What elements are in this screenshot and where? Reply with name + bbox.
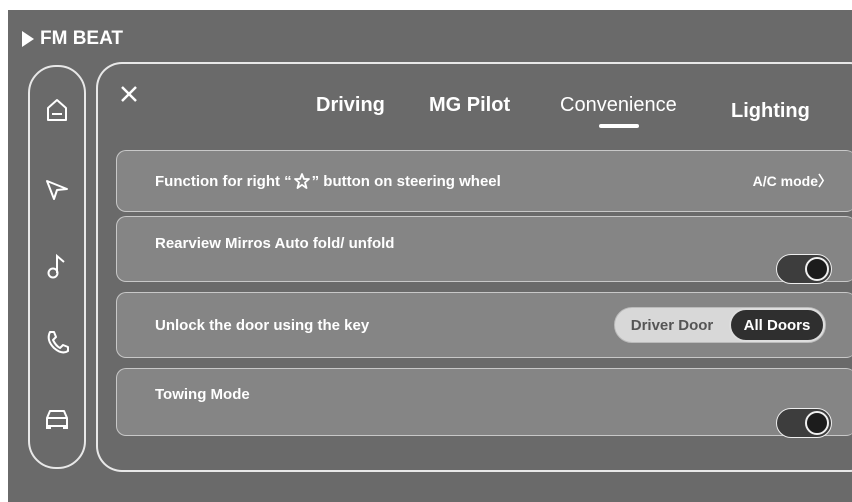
- setting-label-unlock-door: Unlock the door using the key: [155, 316, 370, 334]
- setting-label-part: Function for right “: [155, 172, 292, 190]
- setting-label-mirror-fold: Rearview Mirros Auto fold/ unfold: [155, 234, 395, 252]
- star-icon: [293, 173, 310, 189]
- tab-mg-pilot[interactable]: MG Pilot: [429, 94, 510, 117]
- toggle-knob: [805, 257, 829, 281]
- option-driver-door[interactable]: Driver Door: [615, 308, 729, 342]
- setting-label-towing-mode: Towing Mode: [155, 385, 250, 403]
- mirror-fold-toggle[interactable]: [776, 254, 832, 284]
- tab-convenience[interactable]: Convenience: [560, 94, 677, 117]
- setting-label-steering-button: Function for right “ ” button on steerin…: [155, 151, 501, 211]
- car-icon[interactable]: [42, 403, 72, 433]
- unlock-door-selector: Driver Door All Doors: [614, 307, 826, 343]
- towing-mode-toggle[interactable]: [776, 408, 832, 438]
- now-playing-bar[interactable]: FM BEAT: [22, 24, 123, 54]
- infotainment-screen: FM BEAT Driving MG Pilot Convenience Lig…: [8, 10, 852, 502]
- setting-label-part: ” button on steering wheel: [311, 172, 501, 190]
- toggle-knob: [805, 411, 829, 435]
- setting-row-unlock-door: Unlock the door using the key Driver Doo…: [116, 292, 852, 358]
- tab-lighting[interactable]: Lighting: [731, 100, 810, 123]
- setting-value-ac-mode[interactable]: A/C mode〉: [753, 151, 832, 211]
- play-icon: [22, 31, 34, 47]
- music-note-icon[interactable]: [42, 251, 72, 281]
- setting-row-mirror-fold: Rearview Mirros Auto fold/ unfold: [116, 216, 852, 284]
- settings-tabs: Driving MG Pilot Convenience Lighting: [8, 94, 852, 134]
- source-title: FM BEAT: [40, 28, 124, 49]
- option-all-doors[interactable]: All Doors: [729, 308, 825, 342]
- tab-driving[interactable]: Driving: [316, 94, 385, 117]
- setting-row-steering-button[interactable]: Function for right “ ” button on steerin…: [116, 150, 852, 212]
- navigation-icon[interactable]: [42, 173, 72, 203]
- phone-icon[interactable]: [42, 327, 72, 357]
- active-tab-indicator: [599, 124, 639, 128]
- setting-row-towing-mode: Towing Mode: [116, 368, 852, 438]
